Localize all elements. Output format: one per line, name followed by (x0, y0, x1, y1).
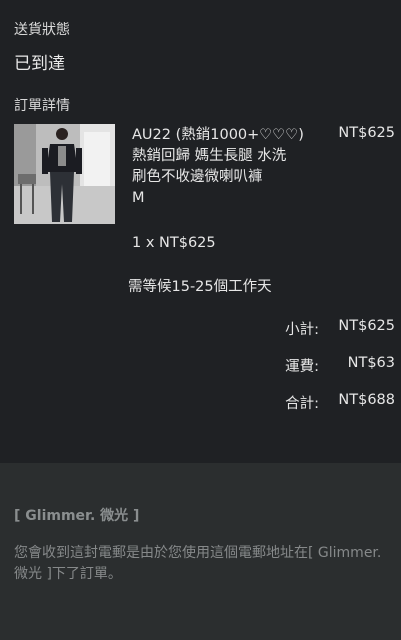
shipping-fee-value: NT$63 (347, 355, 395, 371)
product-image[interactable] (14, 124, 115, 224)
item-price: NT$625 (338, 125, 395, 141)
product-name-line-2: 熱銷回歸 媽生長腿 水洗 (132, 148, 287, 164)
product-variant: M (132, 190, 145, 206)
store-brand-link[interactable]: [ Glimmer. 微光 ] (14, 505, 139, 525)
product-name-line-3: 刷色不收邊微喇叭褲 (132, 169, 263, 185)
shipping-wait-note: 需等候15-25個工作天 (128, 279, 272, 295)
order-email-body: 送貨狀態 已到達 訂單詳情 AU22 (熱銷1000+♡♡♡) 熱銷回歸 媽生長… (0, 0, 401, 463)
footer-notice: 您會收到這封電郵是由於您使用這個電郵地址在[ Glimmer. 微光 ]下了訂單… (14, 545, 382, 582)
product-photo-graphic (14, 124, 115, 224)
shipping-status-heading: 送貨狀態 (14, 22, 70, 38)
shipping-status-value: 已到達 (14, 54, 65, 74)
item-quantity: 1 x NT$625 (132, 235, 216, 251)
subtotal-value: NT$625 (338, 318, 395, 334)
product-name-line-1: AU22 (熱銷1000+♡♡♡) (132, 127, 304, 143)
subtotal-label: 小計: (285, 322, 319, 338)
total-label: 合計: (285, 396, 319, 412)
product-name[interactable]: AU22 (熱銷1000+♡♡♡) 熱銷回歸 媽生長腿 水洗 刷色不收邊微喇叭褲… (132, 125, 332, 209)
order-details-heading: 訂單詳情 (14, 98, 70, 114)
total-value: NT$688 (338, 392, 395, 408)
shipping-fee-label: 運費: (285, 359, 319, 375)
